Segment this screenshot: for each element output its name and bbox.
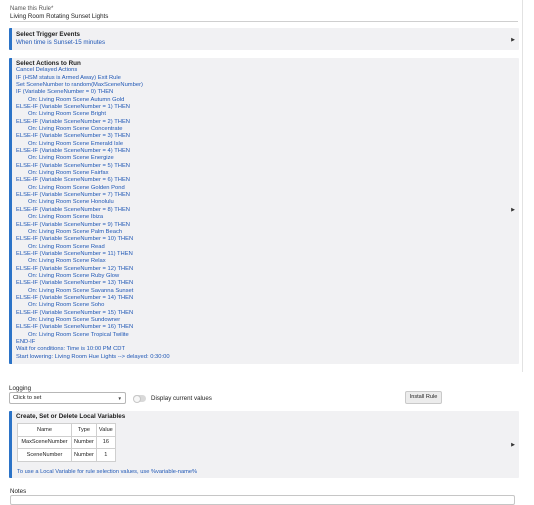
actions-section[interactable]: Select Actions to Run Cancel Delayed Act… — [9, 58, 519, 364]
notes-textarea[interactable] — [10, 495, 515, 505]
action-line: On: Living Room Scene Autumn Gold — [28, 96, 125, 103]
action-line: IF (Variable SceneNumber = 0) THEN — [16, 89, 114, 96]
table-row[interactable]: SceneNumber Number 1 — [17, 448, 116, 462]
action-line: On: Living Room Scene Sundowner — [28, 316, 121, 323]
action-line: Set SceneNumber to random(MaxSceneNumber… — [16, 81, 143, 88]
action-list: Cancel Delayed Actions IF (HSM status is … — [16, 67, 519, 361]
action-line: ELSE-IF (Variable SceneNumber = 8) THEN — [16, 206, 130, 213]
action-line: ELSE-IF (Variable SceneNumber = 5) THEN — [16, 162, 130, 169]
logging-label: Logging — [9, 385, 32, 392]
action-line: On: Living Room Scene Relax — [28, 258, 106, 265]
local-variables-table: Name Type Value MaxSceneNumber Number 16… — [17, 423, 116, 462]
action-line: ELSE-IF (Variable SceneNumber = 11) THEN — [16, 250, 133, 257]
action-line: On: Living Room Scene Ibiza — [28, 214, 104, 221]
expand-arrow-icon[interactable]: ▶ — [511, 37, 515, 43]
local-variables-section[interactable]: Create, Set or Delete Local Variables Na… — [9, 411, 519, 478]
column-header-type: Type — [71, 423, 97, 437]
toggle-knob — [133, 394, 141, 403]
action-line: ELSE-IF (Variable SceneNumber = 7) THEN — [16, 192, 130, 199]
action-line: On: Living Room Scene Read — [28, 243, 105, 250]
variable-value-cell[interactable]: 16 — [95, 435, 116, 449]
triangle-down-icon: ▼ — [117, 396, 122, 401]
logging-select[interactable]: Click to set ▼ — [9, 392, 126, 404]
variable-name-cell[interactable]: MaxSceneNumber — [17, 435, 72, 449]
action-line: IF (HSM status is Armed Away) Exit Rule — [16, 74, 121, 81]
variable-value-cell[interactable]: 1 — [95, 448, 116, 462]
variable-name-cell[interactable]: SceneNumber — [17, 448, 72, 462]
action-line: On: Living Room Scene Emerald Isle — [28, 140, 124, 147]
rule-name-label: Name this Rule* — [10, 6, 54, 12]
local-variables-note: To use a Local Variable for rule selecti… — [17, 469, 198, 475]
expand-arrow-icon[interactable]: ▶ — [511, 207, 515, 213]
expand-arrow-icon[interactable]: ▶ — [511, 442, 515, 448]
action-line: On: Living Room Scene Energize — [28, 155, 114, 162]
action-line: On: Living Room Scene Palm Beach — [28, 228, 123, 235]
action-line: ELSE-IF (Variable SceneNumber = 6) THEN — [16, 177, 130, 184]
action-line: On: Living Room Scene Bright — [28, 111, 106, 118]
action-line: On: Living Room Scene Soho — [28, 302, 105, 309]
variable-type-cell[interactable]: Number — [71, 448, 97, 462]
action-line: ELSE-IF (Variable SceneNumber = 4) THEN — [16, 148, 130, 155]
action-line: Wait for conditions: Time is 10:00 PM CD… — [16, 346, 125, 353]
action-line: On: Living Room Scene Golden Pond — [28, 184, 125, 191]
logging-select-value: Click to set — [13, 395, 42, 401]
action-line: ELSE-IF (Variable SceneNumber = 13) THEN — [16, 280, 134, 287]
install-rule-button[interactable]: Install Rule — [405, 391, 442, 404]
notes-label: Notes — [10, 488, 27, 495]
trigger-value: When time is Sunset-15 minutes — [16, 38, 106, 46]
local-variables-title: Create, Set or Delete Local Variables — [16, 413, 126, 420]
action-line: ELSE-IF (Variable SceneNumber = 10) THEN — [16, 236, 134, 243]
column-header-name: Name — [17, 423, 72, 437]
actions-section-title: Select Actions to Run — [16, 60, 81, 67]
rule-name-input[interactable]: Living Room Rotating Sunset Lights — [10, 13, 518, 22]
action-line: On: Living Room Scene Savanna Sunset — [28, 287, 134, 294]
action-line: ELSE-IF (Variable SceneNumber = 16) THEN — [16, 324, 134, 331]
action-line: END-IF — [16, 339, 36, 346]
trigger-section-title: Select Trigger Events — [16, 31, 81, 38]
action-line: Cancel Delayed Actions — [16, 67, 78, 74]
display-current-values-toggle[interactable] — [133, 394, 146, 403]
action-line: ELSE-IF (Variable SceneNumber = 14) THEN — [16, 294, 134, 301]
action-line: On: Living Room Scene Concentrate — [28, 126, 123, 133]
action-line: ELSE-IF (Variable SceneNumber = 12) THEN — [16, 265, 134, 272]
trigger-events-section[interactable]: Select Trigger Events When time is Sunse… — [9, 28, 519, 50]
action-line: On: Living Room Scene Honolulu — [28, 199, 114, 206]
variable-type-cell[interactable]: Number — [71, 435, 97, 449]
display-current-values-label: Display current values — [151, 395, 212, 402]
action-line: Start lowering: Living Room Hue Lights -… — [16, 353, 170, 360]
action-line: ELSE-IF (Variable SceneNumber = 1) THEN — [16, 104, 130, 111]
action-line: On: Living Room Scene Tropical Twilite — [28, 331, 129, 338]
table-row[interactable]: MaxSceneNumber Number 16 — [17, 435, 116, 449]
action-line: ELSE-IF (Variable SceneNumber = 2) THEN — [16, 118, 130, 125]
page-border — [522, 0, 523, 372]
action-line: ELSE-IF (Variable SceneNumber = 3) THEN — [16, 133, 130, 140]
action-line: On: Living Room Scene Ruby Glow — [28, 272, 120, 279]
column-header-value: Value — [95, 423, 116, 437]
action-line: ELSE-IF (Variable SceneNumber = 9) THEN — [16, 221, 130, 228]
action-line: On: Living Room Scene Fairfax — [28, 170, 109, 177]
action-line: ELSE-IF (Variable SceneNumber = 15) THEN — [16, 309, 134, 316]
